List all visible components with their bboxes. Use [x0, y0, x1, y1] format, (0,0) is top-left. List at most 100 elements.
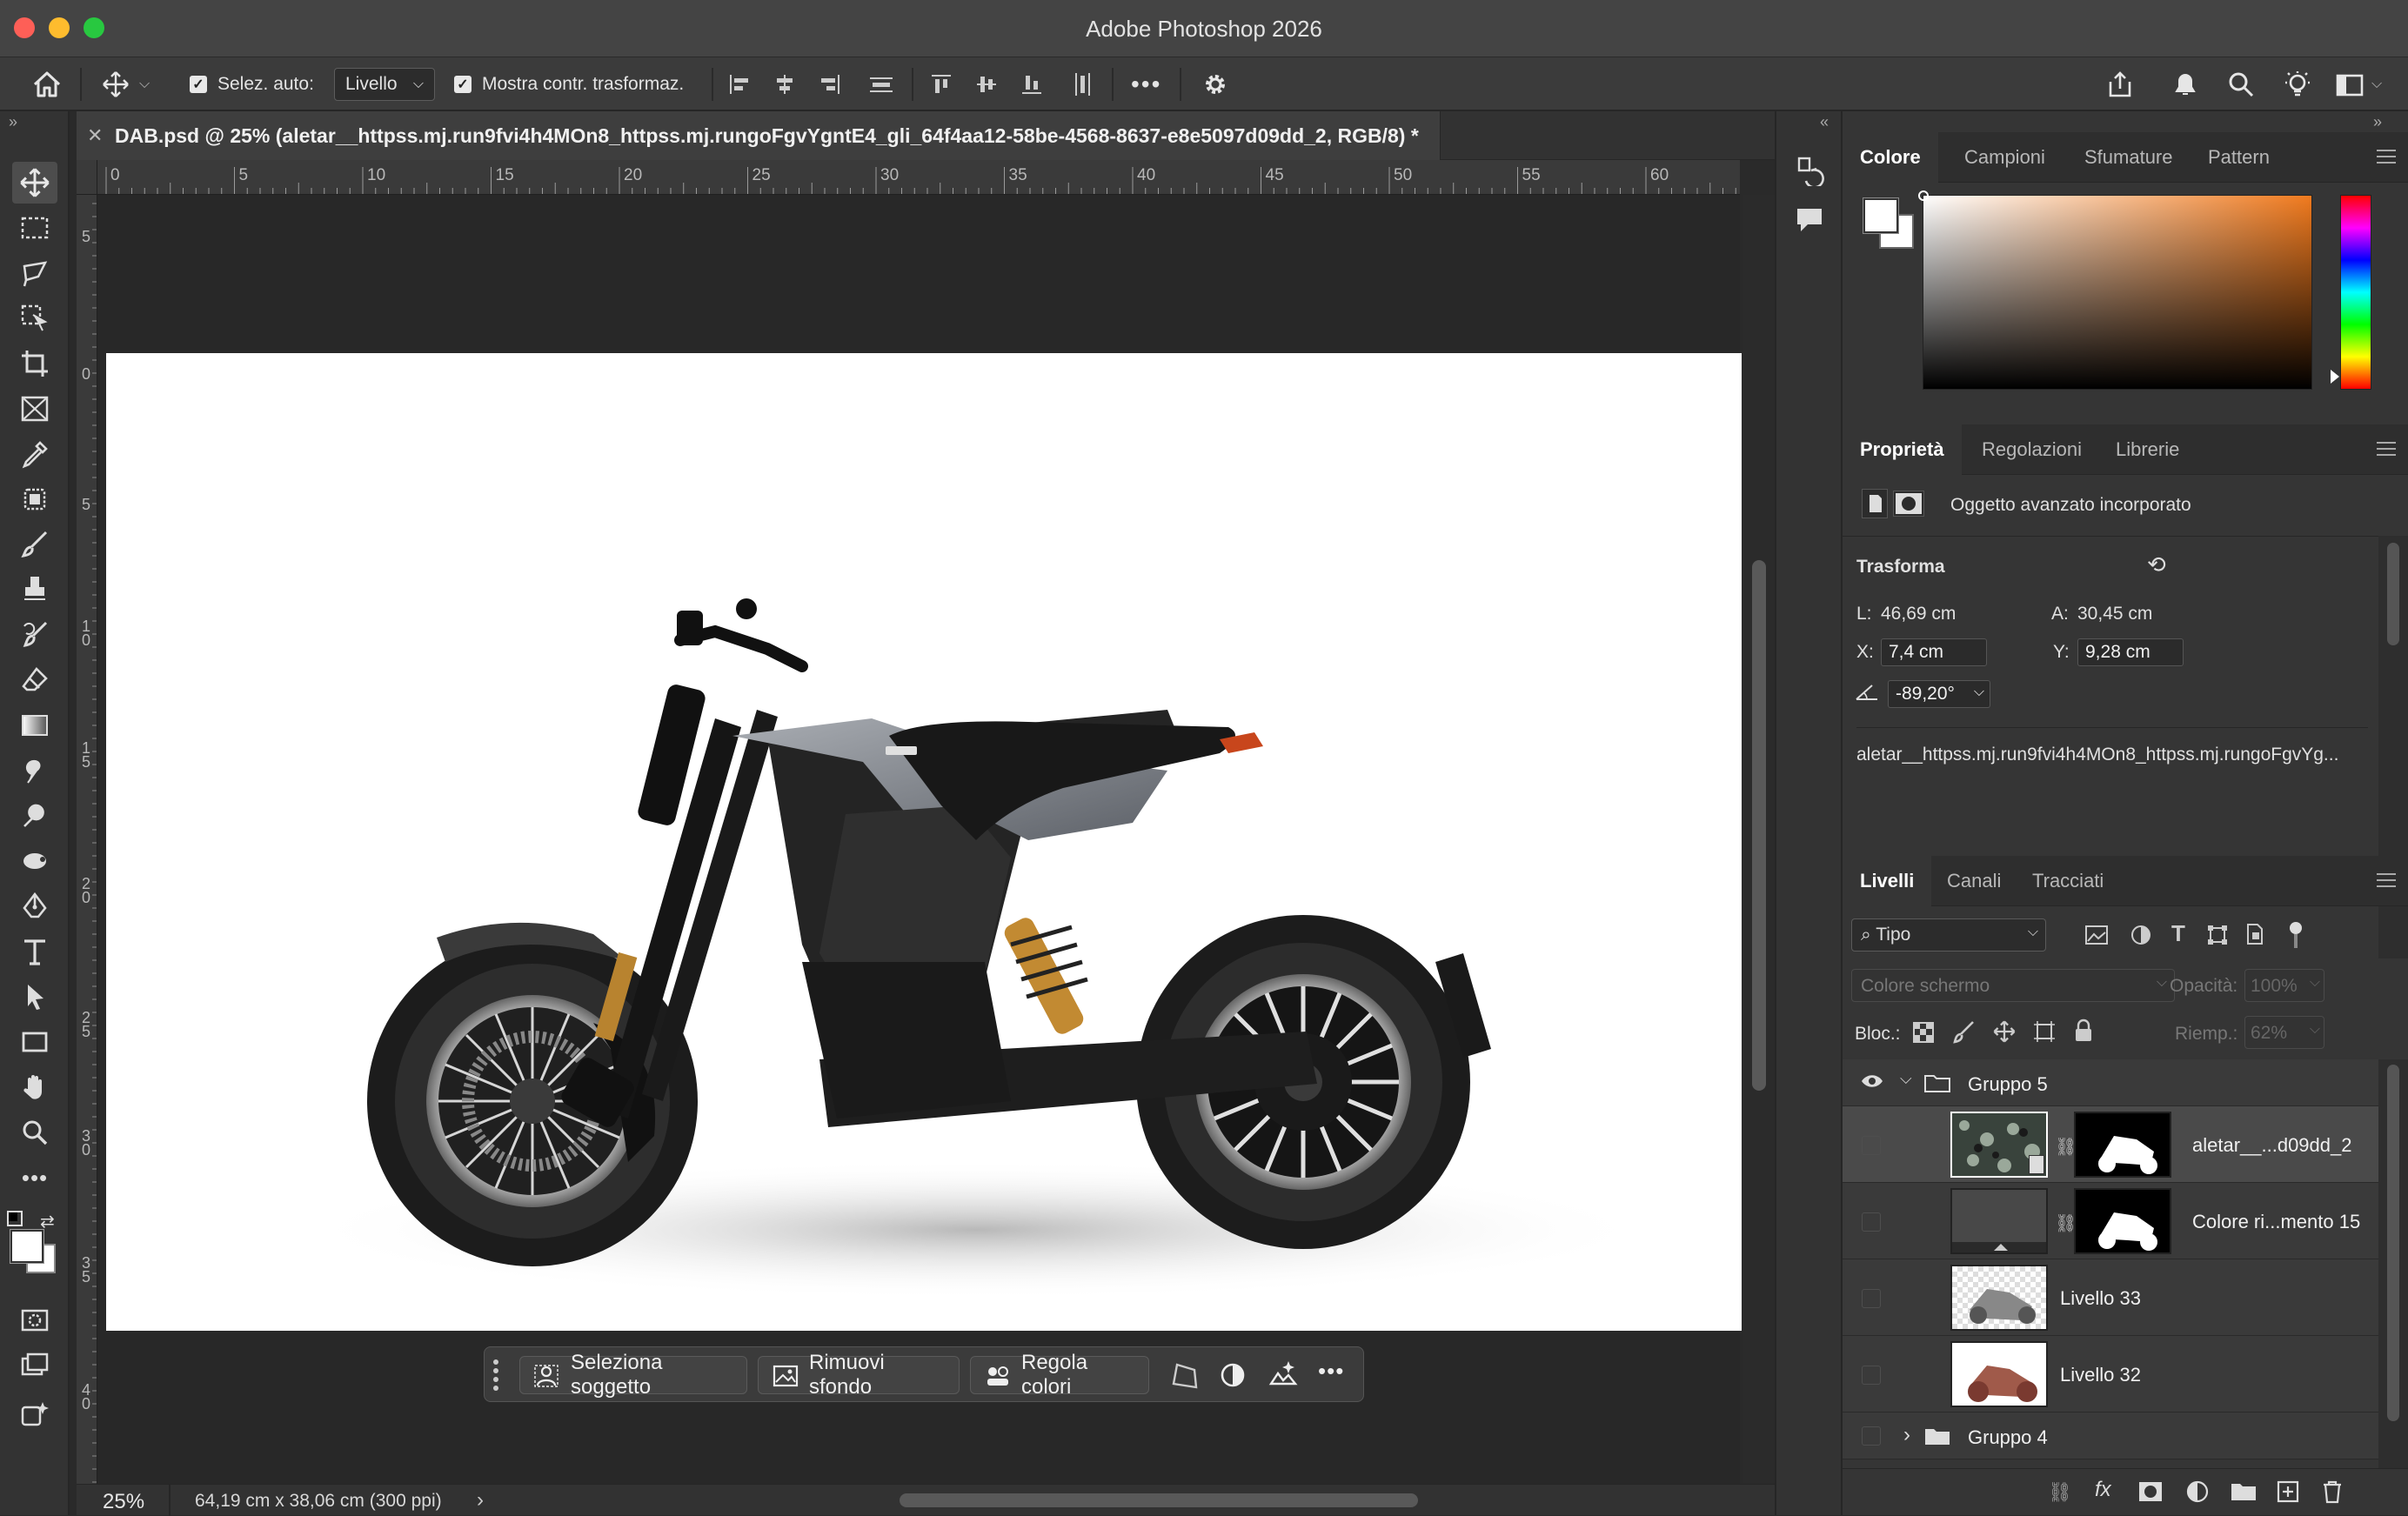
rectangle-tool[interactable] [12, 1021, 57, 1063]
collapse-icon[interactable]: « [1820, 113, 1829, 131]
reset-transform-icon[interactable]: ⟲ [2147, 551, 2166, 578]
chevron-right-icon[interactable]: › [477, 1488, 484, 1513]
discover-button[interactable] [2283, 57, 2312, 111]
gradient-tool[interactable] [12, 705, 57, 746]
width-value[interactable]: 46,69 cm [1881, 604, 1956, 624]
blend-mode-dropdown[interactable]: Colore schermo ⌵ [1851, 969, 2175, 1002]
foreground-color-swatch[interactable] [10, 1229, 44, 1264]
color-field[interactable] [1918, 190, 2312, 390]
frame-tool[interactable] [12, 388, 57, 430]
lock-position-icon[interactable] [1992, 1019, 2017, 1048]
panel-menu-icon[interactable] [2377, 873, 2396, 887]
more-options-icon[interactable]: ••• [1318, 1358, 1344, 1385]
remove-background-button[interactable]: Rimuovi sfondo [758, 1351, 960, 1399]
horizontal-ruler[interactable]: 0 5 10 15 20 25 30 35 40 45 50 55 60 [97, 160, 1740, 195]
zoom-tool[interactable] [12, 1112, 57, 1153]
filter-toggle[interactable] [2286, 922, 2305, 950]
mask-icon[interactable] [1893, 491, 1924, 517]
horizontal-scrollbar-thumb[interactable] [900, 1493, 1418, 1507]
spot-healing-tool[interactable] [12, 478, 57, 520]
hand-tool[interactable] [12, 1066, 57, 1108]
tab-properties[interactable]: Proprietà [1843, 424, 1962, 475]
quick-mask-button[interactable] [12, 1299, 57, 1341]
object-select-tool[interactable] [12, 297, 57, 339]
filter-pixel-icon[interactable] [2084, 924, 2109, 951]
hue-slider-handle[interactable] [2331, 370, 2339, 384]
lasso-tool[interactable] [12, 252, 57, 294]
align-top-button[interactable] [929, 57, 953, 111]
layers-scrollbar[interactable] [2378, 1059, 2408, 1468]
dodge-tool[interactable] [12, 795, 57, 837]
move-tool-preset-button[interactable]: ⌵ [101, 57, 150, 111]
new-adjustment-icon[interactable] [2185, 1479, 2210, 1508]
type-tool[interactable] [12, 931, 57, 972]
pen-tool[interactable] [12, 885, 57, 927]
document-canvas[interactable] [106, 353, 1742, 1331]
adjust-colors-button[interactable]: Regola colori [970, 1351, 1149, 1399]
angle-field[interactable]: -89,20° ⌵ [1888, 680, 1990, 708]
fx-icon[interactable]: fx [2095, 1478, 2111, 1502]
lock-artboard-icon[interactable] [2032, 1019, 2057, 1048]
opacity-field[interactable]: 100% ⌵ [2244, 969, 2324, 1002]
brush-tool[interactable] [12, 524, 57, 565]
ruler-origin[interactable] [77, 160, 97, 195]
marquee-tool[interactable] [12, 207, 57, 249]
color-picker-handle[interactable] [1918, 190, 1929, 201]
generative-expand-button[interactable] [12, 1393, 57, 1435]
tab-paths[interactable]: Tracciati [2015, 856, 2121, 906]
layer-group-row[interactable]: ⌵ Gruppo 5 [1843, 1059, 2378, 1106]
tab-adjustments[interactable]: Regolazioni [1964, 424, 2099, 475]
distribute-vertical-button[interactable] [1070, 57, 1094, 111]
fill-field[interactable]: 62% ⌵ [2244, 1016, 2324, 1049]
zoom-level[interactable]: 25% [103, 1490, 144, 1514]
filter-shape-icon[interactable] [2206, 924, 2229, 951]
adjustment-button[interactable] [1217, 1359, 1248, 1395]
auto-select-checkbox[interactable]: ✓ Selez. auto: [190, 57, 314, 111]
comments-panel-button[interactable] [1794, 204, 1825, 239]
visibility-toggle[interactable] [1862, 1366, 1881, 1385]
more-options-icon[interactable]: ••• [1131, 57, 1161, 111]
eraser-tool[interactable] [12, 659, 57, 701]
search-button[interactable] [2227, 57, 2255, 111]
eyedropper-tool[interactable] [12, 433, 57, 475]
visibility-toggle[interactable] [1862, 1136, 1881, 1155]
blur-tool[interactable] [12, 840, 57, 882]
screen-mode-button[interactable] [12, 1345, 57, 1386]
trash-icon[interactable] [2321, 1479, 2344, 1508]
settings-button[interactable] [1201, 57, 1230, 111]
tab-color[interactable]: Colore [1843, 132, 1938, 183]
layer-row-pixel[interactable]: Livello 33 [1843, 1259, 2378, 1336]
expand-icon[interactable]: » [2373, 113, 2382, 131]
align-middle-button[interactable] [974, 57, 999, 111]
chevron-down-icon[interactable]: ⌵ [1900, 1070, 1912, 1088]
chevron-right-icon[interactable]: › [1903, 1423, 1910, 1447]
collapse-icon[interactable]: » [9, 113, 17, 131]
tab-patterns[interactable]: Pattern [2191, 132, 2287, 183]
lock-pixels-icon[interactable] [1952, 1019, 1977, 1048]
move-tool[interactable] [12, 162, 57, 204]
crop-tool[interactable] [12, 343, 57, 384]
document-tab[interactable]: ✕ DAB.psd @ 25% (aletar__httpss.mj.run9f… [77, 111, 1441, 160]
color-swatches[interactable] [1863, 197, 1914, 249]
smudge-tool[interactable] [12, 750, 57, 791]
path-selection-tool[interactable] [12, 976, 57, 1018]
layer-row-adjustment[interactable]: ⛓ Colore ri...mento 15 [1843, 1183, 2378, 1259]
edit-toolbar-icon[interactable]: ••• [12, 1157, 57, 1199]
layer-group-row[interactable]: › Gruppo 4 [1843, 1412, 2378, 1459]
lock-transparency-icon[interactable] [1912, 1021, 1935, 1048]
drag-handle-icon[interactable] [493, 1359, 500, 1391]
share-button[interactable] [2105, 57, 2135, 111]
vertical-ruler[interactable]: 50510152025303540 [77, 195, 97, 1484]
panel-menu-icon[interactable] [2377, 150, 2396, 164]
visibility-toggle[interactable] [1862, 1426, 1881, 1446]
close-icon[interactable]: ✕ [87, 124, 103, 147]
new-layer-icon[interactable] [2276, 1479, 2300, 1508]
add-mask-icon[interactable] [2138, 1481, 2163, 1506]
align-right-button[interactable] [818, 57, 842, 111]
eye-icon[interactable] [1860, 1072, 1884, 1095]
new-group-icon[interactable] [2231, 1481, 2257, 1506]
tab-layers[interactable]: Livelli [1843, 856, 1932, 906]
distribute-button[interactable] [868, 57, 894, 111]
generative-fill-button[interactable] [1266, 1358, 1301, 1397]
tab-channels[interactable]: Canali [1930, 856, 2018, 906]
